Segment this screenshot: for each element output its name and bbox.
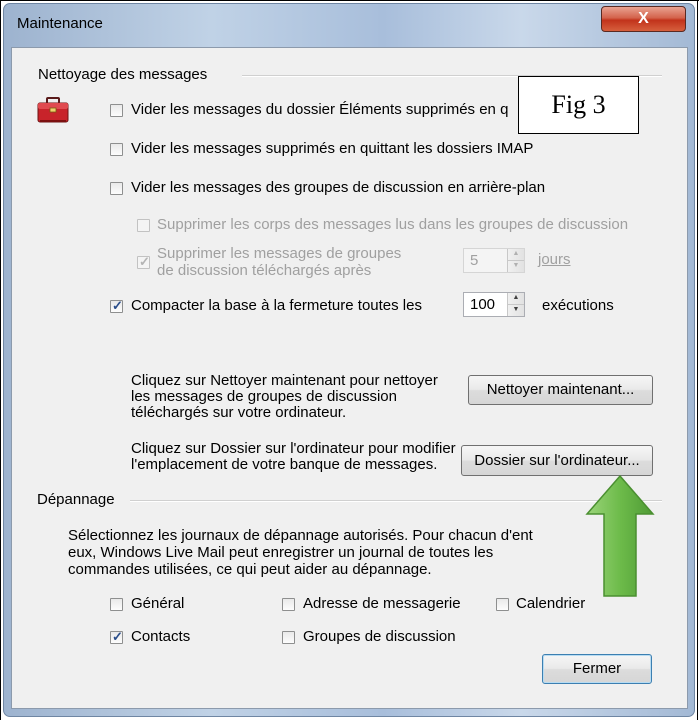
- troubleshoot-group-heading: Dépannage: [37, 491, 115, 508]
- desc-line: eux, Windows Live Mail peut enregistrer …: [68, 544, 494, 561]
- cleanup-group-heading: Nettoyage des messages: [38, 66, 208, 83]
- log-general-checkbox[interactable]: [110, 598, 123, 611]
- empty-deleted-items-checkbox[interactable]: [110, 104, 123, 117]
- log-contacts-label: Contacts: [131, 628, 191, 645]
- purge-newsgroups-background-checkbox[interactable]: [110, 182, 123, 195]
- executions-value: 100: [470, 296, 496, 313]
- up-arrow-icon[interactable]: ▲: [508, 249, 524, 261]
- spinner-arrows[interactable]: ▲ ▼: [507, 293, 524, 316]
- days-unit-label: jours: [538, 251, 571, 268]
- checkmark-icon: ✓: [139, 254, 150, 269]
- log-calendar-checkbox[interactable]: [496, 598, 509, 611]
- group-divider: [130, 500, 662, 502]
- desc-line: téléchargés sur votre ordinateur.: [131, 404, 347, 421]
- desc-line: Sélectionnez les journaux de dépannage a…: [68, 527, 533, 544]
- delete-read-bodies-checkbox[interactable]: [137, 219, 150, 232]
- page-border-top: [0, 0, 699, 1]
- window-title: Maintenance: [17, 15, 103, 32]
- log-calendar-label: Calendrier: [516, 595, 586, 612]
- log-general-label: Général: [131, 595, 185, 612]
- label-line: Supprimer les messages de groupes: [157, 245, 402, 262]
- log-email-checkbox[interactable]: [282, 598, 295, 611]
- days-spinner[interactable]: 5 ▲ ▼: [463, 248, 525, 273]
- close-dialog-button[interactable]: Fermer: [542, 654, 652, 684]
- delete-downloaded-after-label: Supprimer les messages de groupes de dis…: [157, 245, 401, 279]
- checkmark-icon: ✓: [112, 298, 123, 313]
- clean-now-button[interactable]: Nettoyer maintenant...: [468, 375, 653, 405]
- log-newsgroups-checkbox[interactable]: [282, 631, 295, 644]
- executions-unit-label: exécutions: [542, 297, 614, 314]
- page-border-left: [0, 0, 1, 720]
- desc-line: les messages de groupes de discussion: [131, 388, 397, 405]
- desc-line: Cliquez sur Nettoyer maintenant pour net…: [131, 372, 438, 389]
- log-email-label: Adresse de messagerie: [303, 595, 461, 612]
- purge-newsgroups-background-label: Vider les messages des groupes de discus…: [131, 179, 546, 196]
- clean-now-description: Cliquez sur Nettoyer maintenant pour net…: [131, 373, 438, 421]
- desc-line: commandes utilisées, ce qui peut aider a…: [68, 561, 432, 578]
- purge-imap-checkbox[interactable]: [110, 143, 123, 156]
- label-line: de discussion téléchargés après: [157, 262, 372, 279]
- toolbox-icon: [37, 96, 69, 124]
- log-newsgroups-label: Groupes de discussion: [303, 628, 456, 645]
- down-arrow-icon[interactable]: ▼: [508, 261, 524, 273]
- store-folder-button[interactable]: Dossier sur l'ordinateur...: [461, 445, 653, 476]
- purge-imap-label: Vider les messages supprimés en quittant…: [131, 140, 534, 157]
- checkmark-icon: ✓: [112, 629, 123, 644]
- delete-read-bodies-label: Supprimer les corps des messages lus dan…: [157, 216, 629, 233]
- green-arrow-icon: [585, 474, 655, 598]
- store-folder-description: Cliquez sur Dossier sur l'ordinateur pou…: [131, 441, 456, 473]
- up-arrow-icon[interactable]: ▲: [508, 293, 524, 305]
- executions-spinner[interactable]: 100 ▲ ▼: [463, 292, 525, 317]
- close-icon: X: [638, 10, 649, 27]
- log-contacts-checkbox[interactable]: ✓: [110, 629, 123, 644]
- page-border-right: [697, 0, 698, 720]
- days-value: 5: [470, 252, 479, 269]
- desc-line: l'emplacement de votre banque de message…: [131, 456, 438, 473]
- figure-label-box: Fig 3: [518, 76, 639, 134]
- troubleshoot-description: Sélectionnez les journaux de dépannage a…: [68, 527, 533, 578]
- compact-database-checkbox[interactable]: ✓: [110, 298, 123, 313]
- close-window-button[interactable]: X: [601, 6, 686, 32]
- spinner-arrows[interactable]: ▲ ▼: [507, 249, 524, 272]
- down-arrow-icon[interactable]: ▼: [508, 305, 524, 317]
- desc-line: Cliquez sur Dossier sur l'ordinateur pou…: [131, 440, 456, 457]
- empty-deleted-items-label: Vider les messages du dossier Éléments s…: [131, 101, 509, 118]
- compact-database-label: Compacter la base à la fermeture toutes …: [131, 297, 422, 314]
- delete-downloaded-after-checkbox[interactable]: ✓: [137, 254, 150, 269]
